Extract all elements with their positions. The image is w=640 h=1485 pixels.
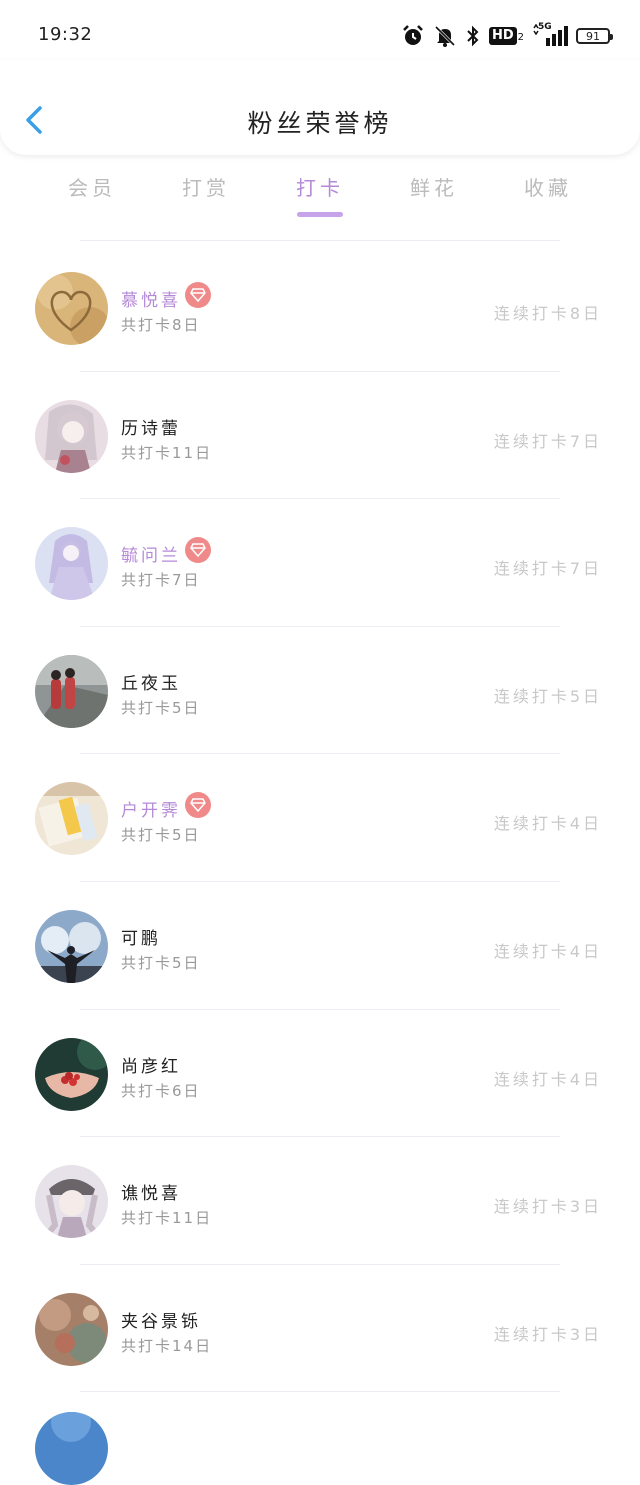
avatar[interactable] [35, 1165, 108, 1239]
avatar[interactable] [35, 1412, 108, 1485]
fan-name[interactable]: 尚彦红 [121, 1052, 181, 1077]
fan-name[interactable]: 慕悦喜 [121, 286, 181, 311]
tab-bar: 会员 打赏 打卡 鲜花 收藏 [35, 172, 605, 222]
hd-voice-icon: HD 2 [488, 27, 524, 45]
vip-badge [185, 537, 211, 564]
list-item[interactable]: 毓问兰 共打卡7日 连续打卡7日 [0, 499, 640, 627]
list-item[interactable]: 户开霁 共打卡5日 连续打卡4日 [0, 754, 640, 882]
fan-name[interactable]: 丘夜玉 [121, 669, 181, 694]
total-checkin: 共打卡6日 [121, 1081, 201, 1100]
total-checkin: 共打卡5日 [121, 953, 201, 972]
vip-badge [185, 792, 211, 819]
page-title: 粉丝荣誉榜 [247, 109, 393, 138]
tab-rewards[interactable]: 打赏 [149, 172, 263, 222]
fan-name[interactable]: 谯悦喜 [121, 1179, 181, 1204]
list-item[interactable]: 慕悦喜 共打卡8日 连续打卡8日 [0, 244, 640, 372]
avatar[interactable] [35, 527, 108, 601]
fan-name[interactable]: 毓问兰 [121, 541, 181, 566]
tab-checkin[interactable]: 打卡 [263, 172, 377, 222]
streak-checkin: 连续打卡5日 [493, 686, 602, 706]
tab-checkin-label: 打卡 [296, 176, 344, 200]
total-checkin: 共打卡8日 [121, 316, 201, 334]
hd-label: HD [488, 27, 517, 45]
total-checkin: 共打卡14日 [121, 1336, 213, 1355]
avatar[interactable] [35, 272, 108, 345]
streak-checkin: 连续打卡4日 [493, 1069, 602, 1089]
streak-checkin: 连续打卡8日 [493, 304, 602, 323]
list-item[interactable]: 谯悦喜 共打卡11日 连续打卡3日 [0, 1137, 640, 1265]
avatar[interactable] [35, 654, 108, 728]
avatar[interactable] [35, 1037, 108, 1111]
list-item[interactable]: 可鹏 共打卡5日 连续打卡4日 [0, 882, 640, 1010]
tab-flowers[interactable]: 鲜花 [377, 172, 491, 222]
status-time: 19:32 [38, 24, 93, 45]
divider [80, 240, 560, 241]
alarm-icon [401, 24, 425, 48]
ranking-list: 慕悦喜 共打卡8日 连续打卡8日 历诗蕾 共打卡11日 连续打卡7日 毓问兰 共… [0, 244, 640, 1485]
avatar[interactable] [35, 399, 108, 473]
hd-sub: 2 [517, 32, 524, 43]
streak-checkin: 连续打卡4日 [493, 941, 602, 961]
list-item[interactable]: 历诗蕾 共打卡11日 连续打卡7日 [0, 372, 640, 500]
streak-checkin: 连续打卡3日 [493, 1324, 602, 1344]
list-item[interactable] [0, 1392, 640, 1485]
streak-checkin: 连续打卡4日 [493, 814, 602, 834]
mute-bell-icon [433, 24, 457, 48]
streak-checkin: 连续打卡7日 [493, 431, 602, 451]
avatar[interactable] [35, 909, 108, 983]
signal-icon: 5G [532, 22, 568, 48]
vip-badge [185, 282, 211, 308]
total-checkin: 共打卡5日 [121, 826, 201, 845]
avatar[interactable] [35, 782, 108, 856]
streak-checkin: 连续打卡3日 [493, 1197, 602, 1217]
tab-favorites[interactable]: 收藏 [491, 172, 605, 222]
total-checkin: 共打卡5日 [121, 698, 201, 717]
tab-members[interactable]: 会员 [35, 172, 149, 222]
bluetooth-icon [465, 24, 481, 48]
active-tab-indicator [297, 212, 343, 217]
fan-name[interactable]: 户开霁 [121, 796, 181, 821]
diamond-icon [190, 288, 206, 302]
total-checkin: 共打卡7日 [121, 571, 201, 590]
avatar[interactable] [35, 1292, 108, 1366]
status-icons: HD 2 5G 91 [401, 22, 613, 50]
list-item[interactable]: 丘夜玉 共打卡5日 连续打卡5日 [0, 627, 640, 755]
list-item[interactable]: 尚彦红 共打卡6日 连续打卡4日 [0, 1010, 640, 1138]
fan-name[interactable]: 夹谷景铄 [121, 1307, 201, 1332]
battery-icon: 91 [576, 28, 613, 44]
diamond-icon [190, 798, 206, 813]
total-checkin: 共打卡11日 [121, 443, 213, 462]
streak-checkin: 连续打卡7日 [493, 559, 602, 579]
header: 粉丝荣誉榜 [0, 60, 640, 155]
diamond-icon [190, 543, 206, 558]
list-item[interactable]: 夹谷景铄 共打卡14日 连续打卡3日 [0, 1265, 640, 1393]
fan-name[interactable]: 历诗蕾 [121, 414, 181, 439]
total-checkin: 共打卡11日 [121, 1209, 213, 1228]
fan-name[interactable]: 可鹏 [121, 924, 161, 949]
